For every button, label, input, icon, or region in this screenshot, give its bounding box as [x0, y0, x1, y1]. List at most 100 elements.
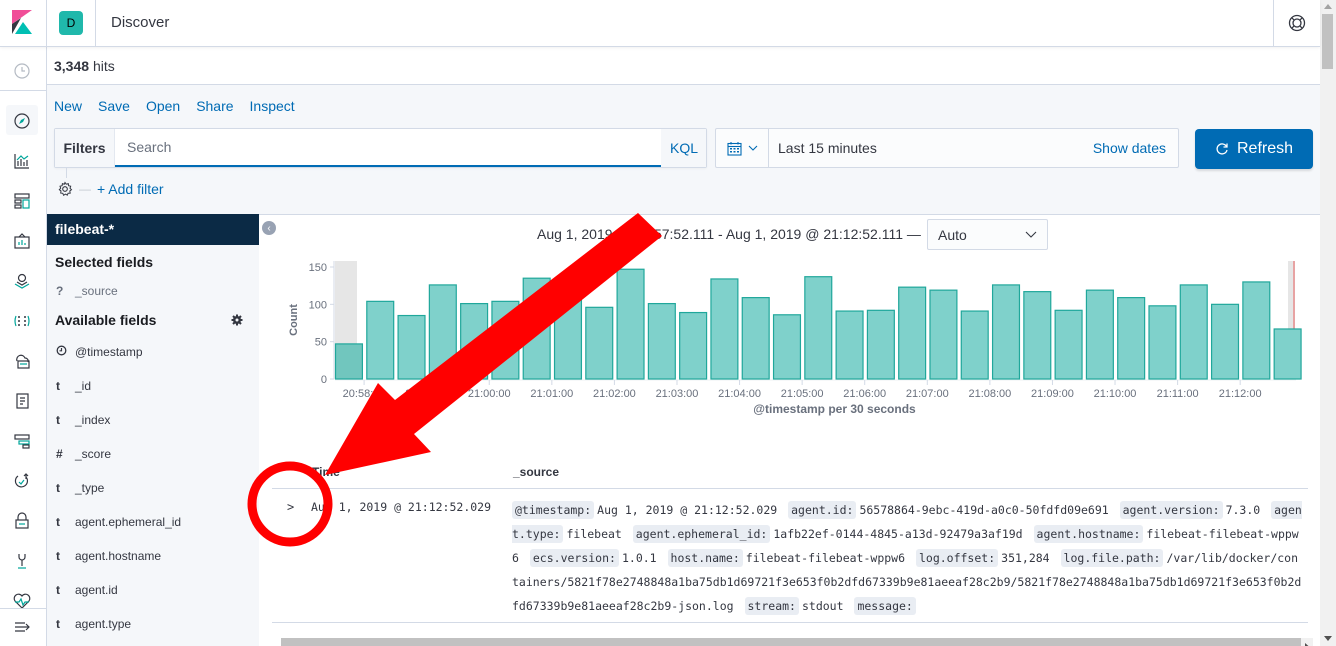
available-field-item[interactable]: t agent.type [47, 607, 259, 641]
date-range-display[interactable]: Last 15 minutes [769, 140, 1093, 156]
uptime-icon[interactable] [12, 471, 32, 491]
histogram-bar [428, 284, 457, 380]
selected-field-item[interactable]: ? _source [47, 277, 259, 305]
expand-nav-menu-icon[interactable] [12, 617, 32, 637]
histogram-bar [835, 310, 864, 380]
string-type-icon: t [56, 413, 60, 427]
column-header-source[interactable]: _source [513, 465, 559, 479]
dev-tools-wrench-icon[interactable] [12, 551, 32, 571]
collapse-sidebar-chevron-left-icon[interactable]: ‹ [262, 221, 276, 235]
horizontal-scrollbar[interactable] [281, 638, 1313, 646]
discover-compass-icon[interactable] [12, 111, 32, 131]
string-type-icon: t [56, 583, 60, 597]
column-header-time[interactable]: Time [312, 465, 340, 479]
string-type-icon: t [56, 379, 60, 393]
vertical-scrollbar-thumb[interactable] [1322, 14, 1333, 69]
histogram-bar [898, 286, 927, 380]
interval-value: Auto [938, 226, 967, 243]
quick-select-button[interactable] [716, 129, 769, 167]
source-field-key: agent.version: [1119, 501, 1223, 519]
source-field-value: 1afb22ef-0144-4845-a13d-92479a3af19d [773, 527, 1023, 541]
string-type-icon: t [56, 617, 60, 631]
dashboard-icon[interactable] [12, 191, 32, 211]
hits-number: 3,348 [54, 58, 90, 74]
scroll-right-arrow-icon[interactable] [1301, 638, 1313, 646]
histogram-bar [647, 302, 676, 380]
add-filter-button[interactable]: + Add filter [97, 181, 164, 197]
available-field-item[interactable]: t _type [47, 471, 259, 505]
source-field-key: log.offset: [915, 549, 999, 567]
field-name: _score [75, 447, 112, 461]
apm-icon[interactable] [12, 431, 32, 451]
open-button[interactable]: Open [146, 98, 180, 114]
histogram-bar [616, 268, 645, 380]
share-button[interactable]: Share [196, 98, 233, 114]
available-field-item[interactable]: @timestamp [47, 335, 259, 369]
logs-icon[interactable] [12, 391, 32, 411]
available-field-item[interactable]: # _score [47, 437, 259, 471]
histogram-bar [804, 276, 833, 380]
source-field-value: 1.0.1 [621, 551, 657, 565]
search-input[interactable] [115, 129, 661, 167]
available-field-item[interactable]: t agent.ephemeral_id [47, 505, 259, 539]
histogram-chart: 0 50 100 150 Count 20:58:00 20:59:00 21:00:00 21… [288, 261, 1302, 416]
string-type-icon: t [56, 549, 60, 563]
siem-lock-icon[interactable] [12, 511, 32, 531]
available-field-item[interactable]: t _index [47, 403, 259, 437]
histogram-bar [1148, 305, 1177, 380]
query-bar: Filters KQL [54, 128, 707, 168]
histogram-bar [741, 297, 770, 380]
field-name: agent.ephemeral_id [75, 515, 182, 529]
x-tick-label: 21:08:00 [968, 388, 1011, 400]
maps-icon[interactable] [12, 271, 32, 291]
histogram-bar [991, 284, 1021, 380]
index-pattern-selector[interactable]: filebeat-* [47, 214, 259, 245]
kql-language-toggle[interactable]: KQL [661, 129, 706, 167]
refresh-button[interactable]: Refresh [1195, 129, 1313, 169]
help-lifebuoy-icon[interactable] [1288, 14, 1306, 32]
field-name: _type [75, 481, 105, 495]
breadcrumb-app-title: Discover [111, 14, 170, 31]
x-tick-label: 21:07:00 [906, 388, 949, 400]
source-field-key: message: [854, 597, 916, 615]
space-avatar[interactable]: D [59, 11, 83, 35]
source-field-key: @timestamp: [512, 501, 595, 519]
scroll-down-arrow-icon[interactable] [1324, 636, 1332, 641]
hits-bar: 3,348 hits [47, 47, 1320, 85]
machine-learning-icon[interactable] [12, 311, 32, 331]
header-divider [95, 0, 96, 47]
recently-viewed-clock-icon[interactable] [12, 61, 32, 81]
histogram-bar [1179, 284, 1208, 380]
filters-label: Filters [55, 129, 115, 167]
show-dates-link[interactable]: Show dates [1093, 140, 1178, 156]
save-button[interactable]: Save [98, 98, 130, 114]
y-tick-label: 0 [321, 374, 327, 386]
available-field-item[interactable]: t _id [47, 369, 259, 403]
refresh-label: Refresh [1236, 140, 1294, 157]
x-tick-label: 21:01:00 [530, 388, 573, 400]
scroll-up-arrow-icon[interactable] [1324, 4, 1332, 9]
x-tick-label: 21:12:00 [1219, 388, 1262, 400]
header-divider [46, 0, 47, 47]
expand-row-chevron-right-icon[interactable]: > [287, 500, 294, 514]
source-field-value: 7.3.0 [1225, 503, 1261, 517]
field-settings-gear-icon[interactable] [231, 314, 243, 326]
canvas-icon[interactable] [12, 231, 32, 251]
histogram-bar [1210, 303, 1240, 380]
vertical-scrollbar[interactable] [1320, 0, 1336, 646]
available-field-item[interactable]: t agent.hostname [47, 539, 259, 573]
inspect-button[interactable]: Inspect [250, 98, 295, 114]
interval-select[interactable]: Auto [927, 219, 1048, 250]
visualize-chart-icon[interactable] [12, 151, 32, 171]
histogram-bar [553, 295, 583, 380]
source-field-key: log.file.path: [1060, 549, 1164, 567]
available-fields-label: Available fields [55, 312, 157, 328]
x-tick-label: 21:10:00 [1094, 388, 1137, 400]
field-name: _id [75, 379, 92, 393]
infrastructure-icon[interactable] [12, 351, 32, 371]
filter-options-gear-icon[interactable] [57, 181, 73, 197]
kibana-logo-icon[interactable] [12, 10, 32, 34]
new-button[interactable]: New [54, 98, 82, 114]
available-field-item[interactable]: t agent.id [47, 573, 259, 607]
histogram-bar [460, 302, 489, 380]
